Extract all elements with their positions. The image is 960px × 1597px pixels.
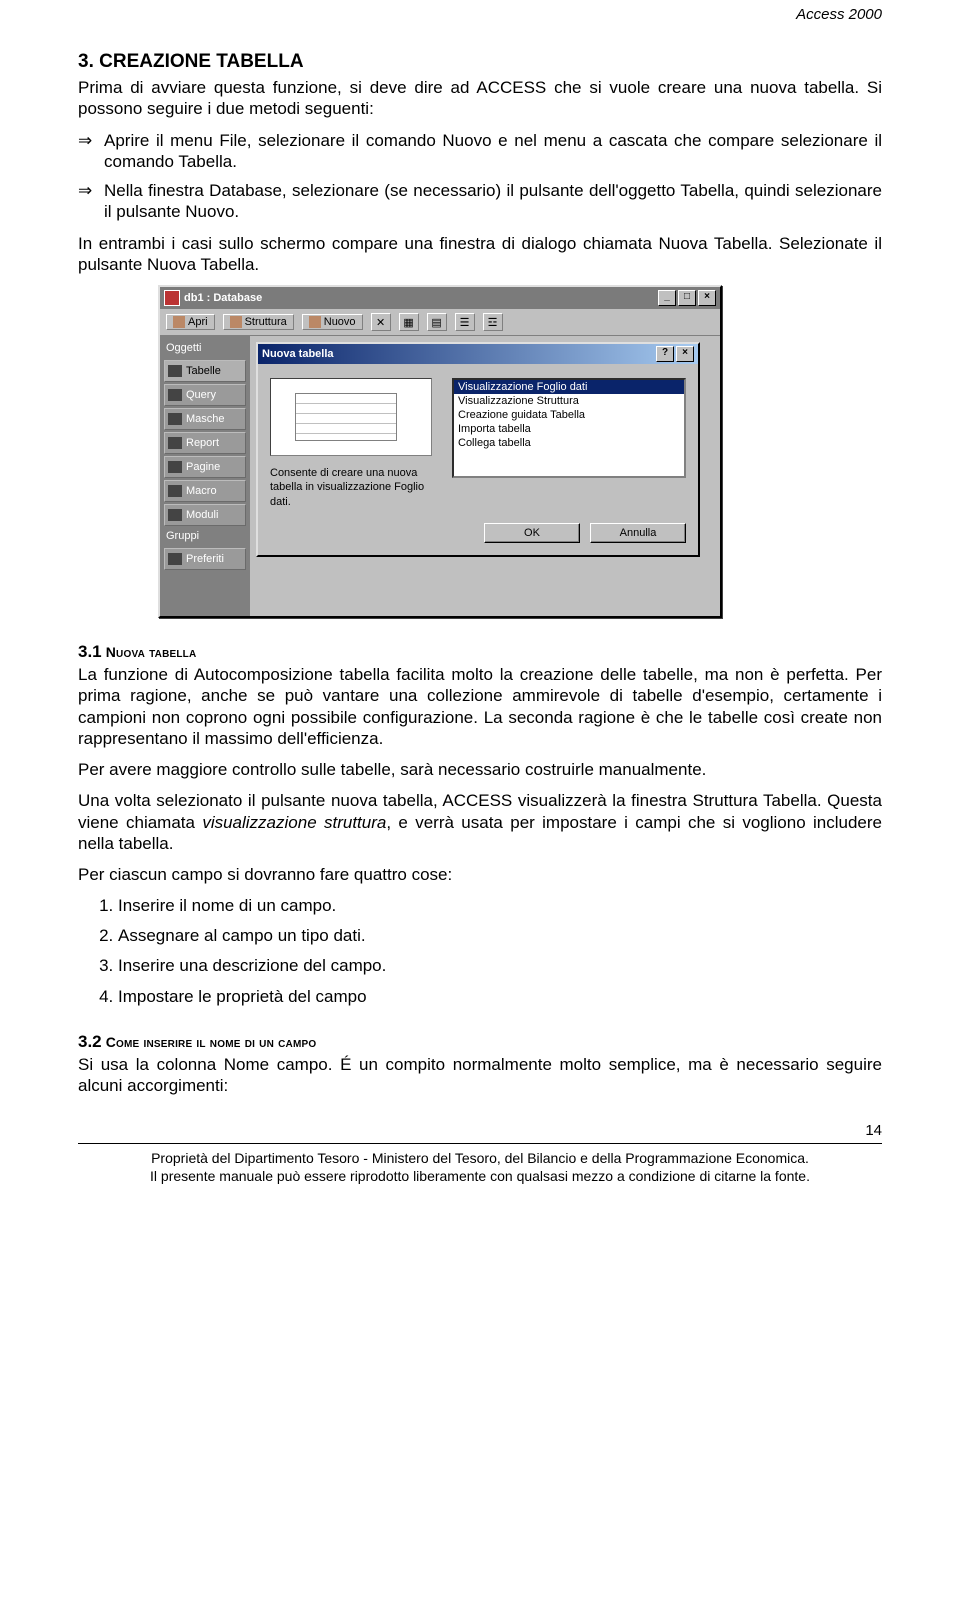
db-main-area: Nuova tabella ? × Consente di creare una… — [250, 336, 720, 616]
sidebar-item-label: Masche — [186, 413, 225, 425]
section-3-intro: Prima di avviare questa funzione, si dev… — [78, 77, 882, 120]
list-option[interactable]: Creazione guidata Tabella — [454, 408, 684, 422]
list-item: Assegnare al campo un tipo dati. — [118, 925, 882, 947]
sidebar-item-label: Moduli — [186, 509, 218, 521]
list-item-text: Nella finestra Database, selezionare (se… — [104, 180, 882, 223]
forms-icon — [168, 413, 182, 425]
db-toolbar: Apri Struttura Nuovo ✕ ▦ ▤ ☰ ☲ — [160, 309, 720, 336]
open-button[interactable]: Apri — [166, 314, 215, 330]
new-icon — [309, 316, 321, 328]
design-label: Struttura — [245, 316, 287, 328]
macros-icon — [168, 485, 182, 497]
open-icon — [173, 316, 185, 328]
sidebar-item-tables[interactable]: Tabelle — [164, 360, 246, 382]
sidebar-item-macros[interactable]: Macro — [164, 480, 246, 502]
steps-list: Inserire il nome di un campo. Assegnare … — [98, 895, 882, 1007]
heading-number: 3.2 — [78, 1032, 102, 1051]
open-label: Apri — [188, 316, 208, 328]
sidebar-item-label: Report — [186, 437, 219, 449]
section-3-2-heading: 3.2 Come inserire il nome di un campo — [78, 1032, 882, 1052]
sidebar-item-label: Pagine — [186, 461, 220, 473]
sidebar-label-groups: Gruppi — [164, 528, 246, 546]
list-item: Impostare le proprietà del campo — [118, 986, 882, 1008]
sidebar-item-forms[interactable]: Masche — [164, 408, 246, 430]
sidebar-item-favorites[interactable]: Preferiti — [164, 548, 246, 570]
section-3-2-p1: Si usa la colonna Nome campo. É un compi… — [78, 1054, 882, 1097]
list-option[interactable]: Collega tabella — [454, 436, 684, 450]
dialog-title: Nuova tabella — [262, 348, 334, 360]
tables-icon — [168, 365, 182, 377]
design-button[interactable]: Struttura — [223, 314, 294, 330]
database-window: db1 : Database _ □ × Apri Struttura Nuov… — [158, 285, 722, 618]
details-button[interactable]: ☲ — [483, 313, 503, 331]
section-3-1-p1: La funzione di Autocomposizione tabella … — [78, 664, 882, 749]
new-table-dialog: Nuova tabella ? × Consente di creare una… — [256, 342, 700, 557]
dialog-listbox[interactable]: Visualizzazione Foglio dati Visualizzazi… — [452, 378, 686, 478]
list-item: ⇒ Aprire il menu File, selezionare il co… — [78, 130, 882, 173]
ok-button[interactable]: OK — [484, 523, 580, 543]
sidebar-item-label: Tabelle — [186, 365, 221, 377]
sidebar-item-label: Query — [186, 389, 216, 401]
cancel-button[interactable]: Annulla — [590, 523, 686, 543]
maximize-button[interactable]: □ — [678, 290, 696, 306]
queries-icon — [168, 389, 182, 401]
section-3-1-heading: 3.1 Nuova tabella — [78, 642, 882, 662]
sidebar-item-label: Preferiti — [186, 553, 224, 565]
footer-line-1: Proprietà del Dipartimento Tesoro - Mini… — [78, 1150, 882, 1166]
db-titlebar: db1 : Database _ □ × — [160, 287, 720, 309]
footer-line-2: Il presente manuale può essere riprodott… — [78, 1168, 882, 1184]
method-list: ⇒ Aprire il menu File, selezionare il co… — [78, 130, 882, 223]
embedded-screenshot: db1 : Database _ □ × Apri Struttura Nuov… — [158, 285, 882, 618]
dialog-help-button[interactable]: ? — [656, 346, 674, 362]
minimize-button[interactable]: _ — [658, 290, 676, 306]
sidebar-item-reports[interactable]: Report — [164, 432, 246, 454]
section-3-1-p4: Per ciascun campo si dovranno fare quatt… — [78, 864, 882, 885]
list-item: Inserire una descrizione del campo. — [118, 955, 882, 977]
db-window-title: db1 : Database — [184, 292, 262, 304]
sidebar-item-pages[interactable]: Pagine — [164, 456, 246, 478]
favorites-icon — [168, 553, 182, 565]
sidebar-label-objects: Oggetti — [164, 340, 246, 358]
list-option[interactable]: Visualizzazione Foglio dati — [454, 380, 684, 394]
design-icon — [230, 316, 242, 328]
objects-sidebar: Oggetti Tabelle Query Masche Report Pagi… — [160, 336, 250, 616]
list-item-text: Aprire il menu File, selezionare il coma… — [104, 130, 882, 173]
section-3-after: In entrambi i casi sullo schermo compare… — [78, 233, 882, 276]
page-number: 14 — [78, 1122, 882, 1143]
arrow-icon: ⇒ — [78, 130, 104, 173]
sidebar-item-queries[interactable]: Query — [164, 384, 246, 406]
delete-button[interactable]: ✕ — [371, 313, 391, 331]
sidebar-item-modules[interactable]: Moduli — [164, 504, 246, 526]
dialog-description: Consente di creare una nuova tabella in … — [270, 466, 438, 509]
section-3-1-p3: Una volta selezionato il pulsante nuova … — [78, 790, 882, 854]
italic-term: visualizzazione struttura — [202, 813, 386, 832]
close-button[interactable]: × — [698, 290, 716, 306]
heading-number: 3.1 — [78, 642, 102, 661]
page-footer: 14 Proprietà del Dipartimento Tesoro - M… — [78, 1122, 882, 1184]
new-label: Nuovo — [324, 316, 356, 328]
modules-icon — [168, 509, 182, 521]
heading-text: Nuova tabella — [102, 644, 197, 660]
large-icons-button[interactable]: ▦ — [399, 313, 419, 331]
section-3-1-p2: Per avere maggiore controllo sulle tabel… — [78, 759, 882, 780]
pages-icon — [168, 461, 182, 473]
list-button[interactable]: ☰ — [455, 313, 475, 331]
new-button[interactable]: Nuovo — [302, 314, 363, 330]
list-item: Inserire il nome di un campo. — [118, 895, 882, 917]
db-icon — [164, 290, 180, 306]
dialog-preview — [270, 378, 432, 456]
list-item: ⇒ Nella finestra Database, selezionare (… — [78, 180, 882, 223]
running-header: Access 2000 — [78, 0, 882, 51]
list-option[interactable]: Importa tabella — [454, 422, 684, 436]
section-3-heading: 3. CREAZIONE TABELLA — [78, 51, 882, 73]
dialog-close-button[interactable]: × — [676, 346, 694, 362]
reports-icon — [168, 437, 182, 449]
sidebar-item-label: Macro — [186, 485, 217, 497]
small-icons-button[interactable]: ▤ — [427, 313, 447, 331]
list-option[interactable]: Visualizzazione Struttura — [454, 394, 684, 408]
arrow-icon: ⇒ — [78, 180, 104, 223]
heading-text: Come inserire il nome di un campo — [102, 1034, 317, 1050]
dialog-titlebar: Nuova tabella ? × — [258, 344, 698, 364]
